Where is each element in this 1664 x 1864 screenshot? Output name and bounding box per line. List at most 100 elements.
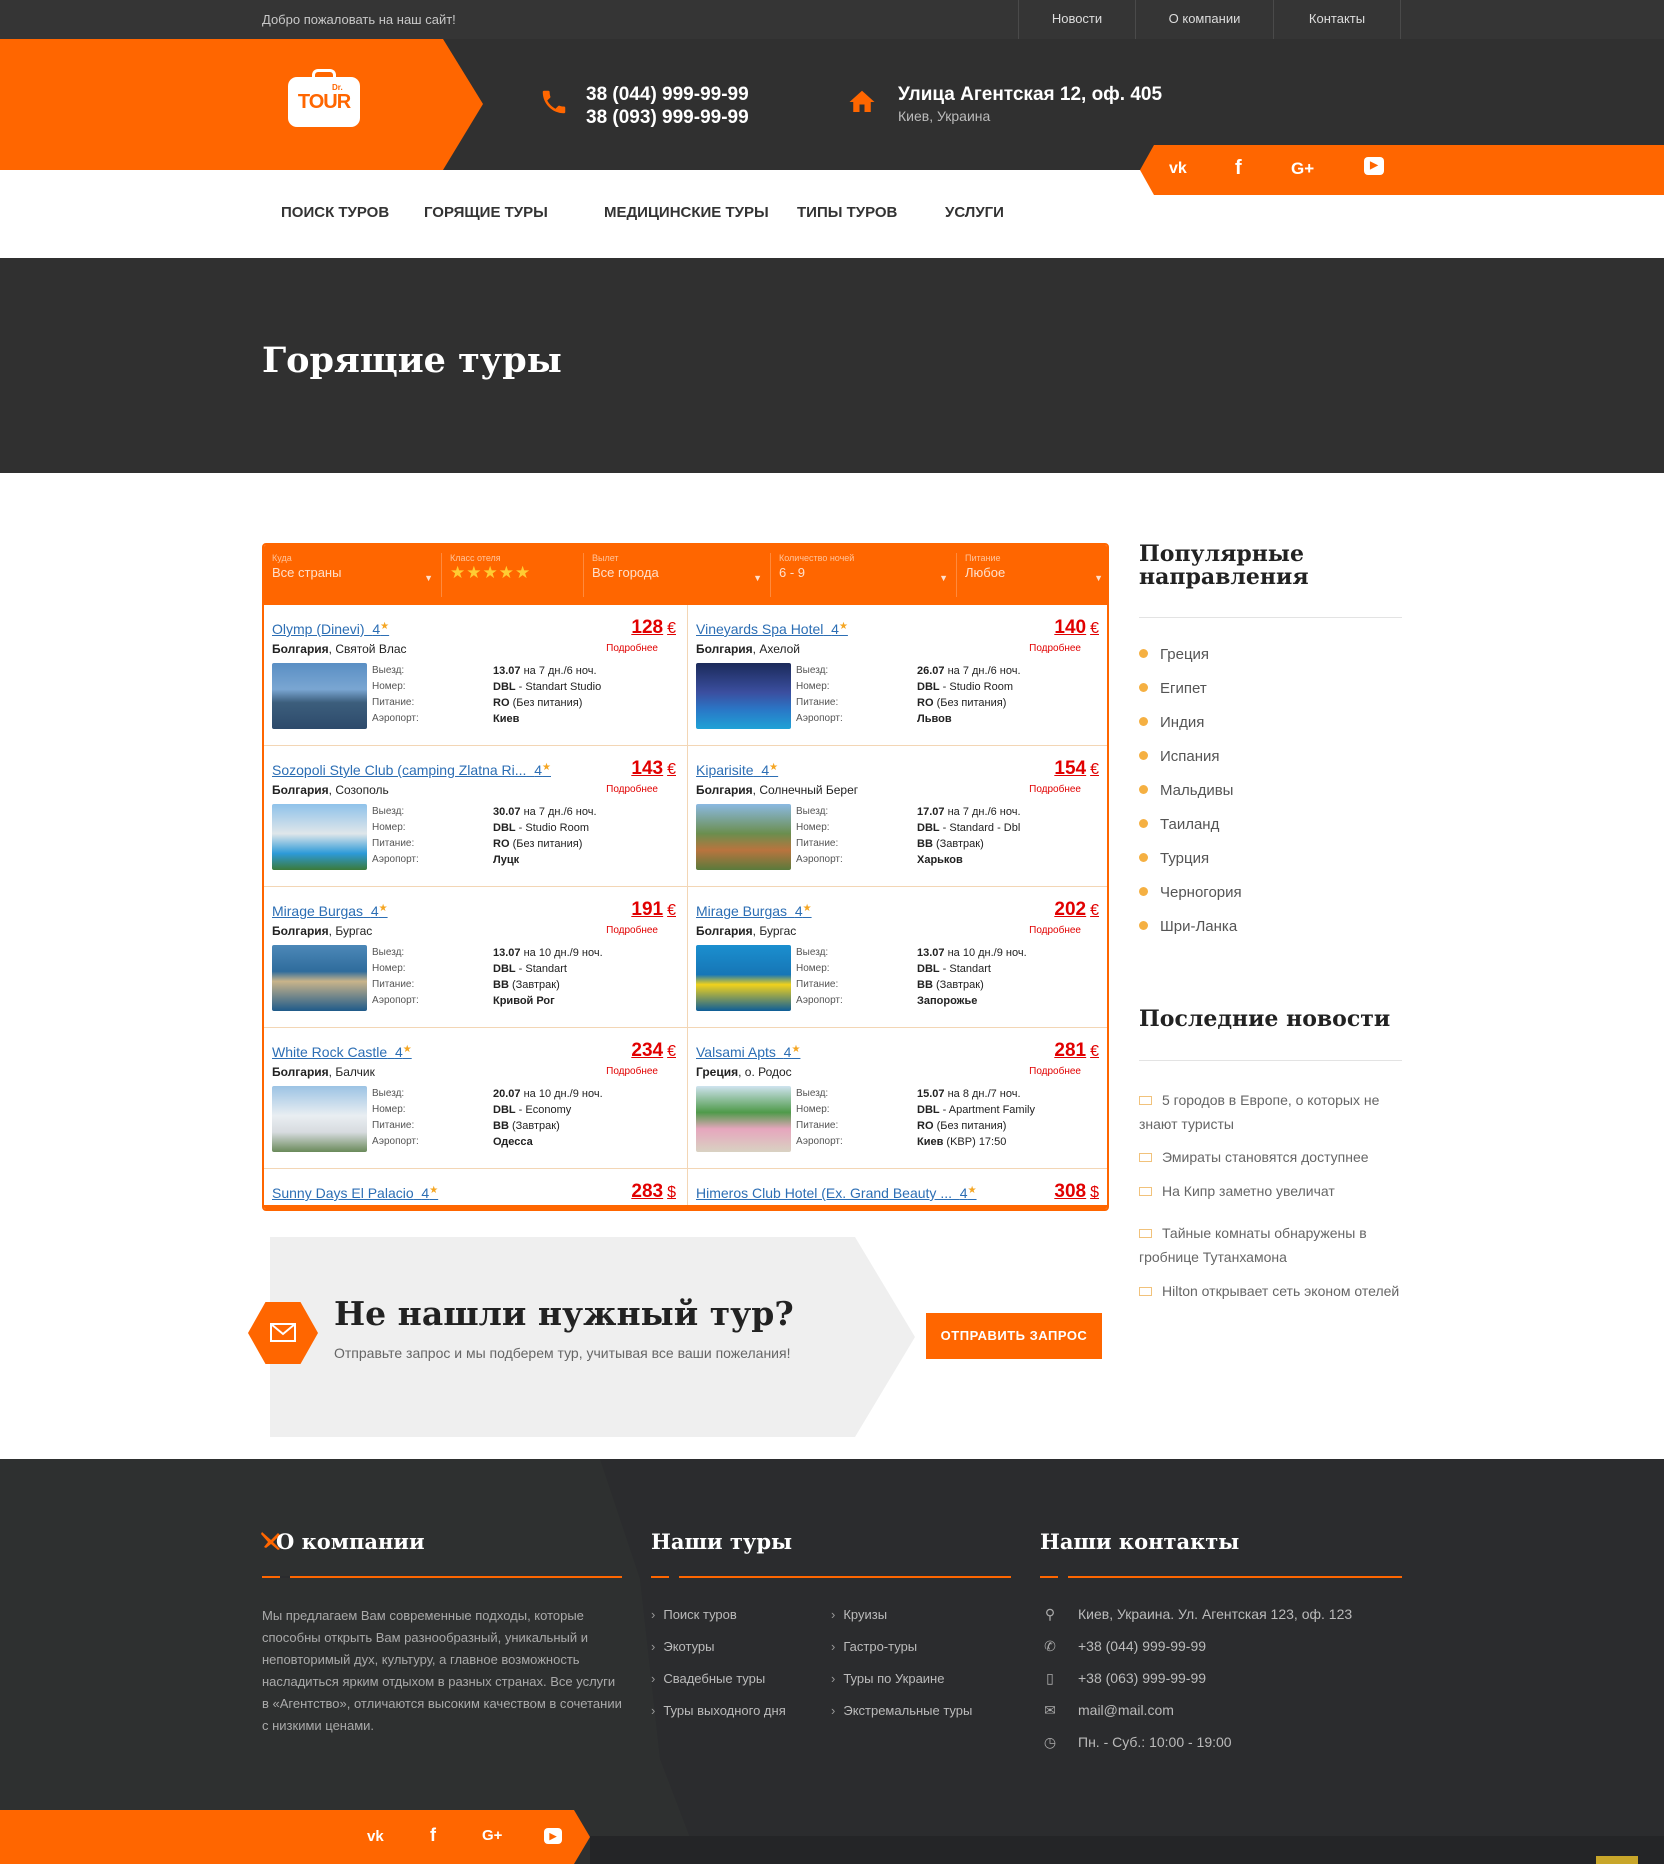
news-item[interactable]: 5 городов в Европе, о которых не знают т… xyxy=(1139,1088,1404,1136)
details-link[interactable]: Подробнее xyxy=(606,925,658,936)
hotel-photo[interactable] xyxy=(696,663,791,729)
filter-food[interactable]: Питание Любое ▼ xyxy=(957,553,1107,597)
details-link[interactable]: Подробнее xyxy=(1029,784,1081,795)
phone-2[interactable]: 38 (093) 999-99-99 xyxy=(586,106,749,129)
hotel-photo[interactable] xyxy=(272,663,367,729)
hotel-photo[interactable] xyxy=(272,945,367,1011)
hotel-name-link[interactable]: Sozopoli Style Club (camping Zlatna Ri..… xyxy=(272,762,551,778)
hotel-name-link[interactable]: Mirage Burgas 4★ xyxy=(696,903,812,919)
details-link[interactable]: Подробнее xyxy=(606,643,658,654)
hotel-photo[interactable] xyxy=(696,1086,791,1152)
details-link[interactable]: Подробнее xyxy=(1029,1066,1081,1077)
google-plus-icon[interactable]: G+ xyxy=(1291,159,1314,179)
top-link-contacts[interactable]: Контакты xyxy=(1274,0,1401,39)
nav-item-medical[interactable]: МЕДИЦИНСКИЕ ТУРЫ xyxy=(604,204,769,221)
footer-contact-email[interactable]: ✉ mail@mail.com xyxy=(1040,1702,1174,1719)
footer-tour-link[interactable]: › Гастро-туры xyxy=(831,1639,917,1654)
footer-tour-link[interactable]: › Туры выходного дня xyxy=(651,1703,786,1718)
tour-card[interactable]: White Rock Castle 4★ 234 € Болгария, Балчик… xyxy=(264,1028,688,1169)
send-request-button[interactable]: ОТПРАВИТЬ ЗАПРОС xyxy=(926,1313,1102,1359)
hotel-name-link[interactable]: Mirage Burgas 4★ xyxy=(272,903,388,919)
destination-item[interactable]: Черногория xyxy=(1139,884,1242,901)
youtube-icon[interactable]: ▶ xyxy=(1364,157,1384,175)
nav-item-services[interactable]: УСЛУГИ xyxy=(945,204,1004,221)
google-plus-icon[interactable]: G+ xyxy=(482,1827,502,1844)
nav-item-hot[interactable]: ГОРЯЩИЕ ТУРЫ xyxy=(424,204,548,221)
tour-card[interactable]: Kiparisite 4★ 154 € Болгария, Солнечный Бер… xyxy=(687,746,1107,887)
tour-card[interactable]: Sozopoli Style Club (camping Zlatna Ri..… xyxy=(264,746,688,887)
price-link[interactable]: 308 $ xyxy=(1054,1181,1099,1203)
hotel-name-link[interactable]: White Rock Castle 4★ xyxy=(272,1044,412,1060)
hotel-location: Болгария, Солнечный Берег xyxy=(696,783,859,797)
hotel-photo[interactable] xyxy=(696,945,791,1011)
destination-item[interactable]: Таиланд xyxy=(1139,816,1219,833)
news-item[interactable]: Тайные комнаты обнаружены в гробнице Тут… xyxy=(1139,1221,1404,1269)
phone-1[interactable]: 38 (044) 999-99-99 xyxy=(586,83,749,106)
destination-item[interactable]: Египет xyxy=(1139,680,1207,697)
hotel-name-link[interactable]: Valsami Apts 4★ xyxy=(696,1044,800,1060)
details-link[interactable]: Подробнее xyxy=(1029,643,1081,654)
logo[interactable]: Dr. TOUR xyxy=(288,69,360,127)
nav-item-search[interactable]: ПОИСК ТУРОВ xyxy=(281,204,389,221)
top-link-about[interactable]: О компании xyxy=(1136,0,1274,39)
hotel-photo[interactable] xyxy=(696,804,791,870)
footer-tour-link[interactable]: › Поиск туров xyxy=(651,1607,737,1622)
hotel-photo[interactable] xyxy=(272,1086,367,1152)
footer-tour-link[interactable]: › Туры по Украине xyxy=(831,1671,944,1686)
price-link[interactable]: 283 $ xyxy=(631,1181,676,1203)
tour-card[interactable]: Valsami Apts 4★ 281 € Греция, о. Родос Подро… xyxy=(687,1028,1107,1169)
footer-contact-mobile[interactable]: ▯ +38 (063) 999-99-99 xyxy=(1040,1670,1206,1687)
hotel-name-link[interactable]: Sunny Days El Palacio 4★ xyxy=(272,1185,438,1201)
vk-icon[interactable]: vk xyxy=(367,1828,384,1845)
footer-tours-title: Наши туры xyxy=(651,1529,793,1554)
facebook-icon[interactable]: f xyxy=(1235,157,1242,180)
price-link[interactable]: 154 € xyxy=(1054,758,1099,780)
destination-item[interactable]: Греция xyxy=(1139,646,1209,663)
nav-item-types[interactable]: ТИПЫ ТУРОВ xyxy=(797,204,897,221)
destination-item[interactable]: Шри-Ланка xyxy=(1139,918,1237,935)
details-link[interactable]: Подробнее xyxy=(606,784,658,795)
footer-tour-link[interactable]: › Круизы xyxy=(831,1607,887,1622)
news-item[interactable]: На Кипр заметно увеличат xyxy=(1139,1179,1404,1203)
price-link[interactable]: 202 € xyxy=(1054,899,1099,921)
tour-card[interactable]: Mirage Burgas 4★ 191 € Болгария, Бургас Подр… xyxy=(264,887,688,1028)
tour-card[interactable]: Vineyards Spa Hotel 4★ 140 € Болгария, Ахел… xyxy=(687,605,1107,746)
top-link-news[interactable]: Новости xyxy=(1019,0,1136,39)
footer-contact-phone[interactable]: ✆ +38 (044) 999-99-99 xyxy=(1040,1638,1206,1655)
price-link[interactable]: 234 € xyxy=(631,1040,676,1062)
destination-item[interactable]: Мальдивы xyxy=(1139,782,1233,799)
footer-tour-link[interactable]: › Экотуры xyxy=(651,1639,715,1654)
footer-tour-link[interactable]: › Экстремальные туры xyxy=(831,1703,972,1718)
news-item[interactable]: Эмираты становятся доступнее xyxy=(1139,1145,1404,1169)
details-link[interactable]: Подробнее xyxy=(606,1066,658,1077)
hotel-name-link[interactable]: Vineyards Spa Hotel 4★ xyxy=(696,621,848,637)
destination-item[interactable]: Индия xyxy=(1139,714,1204,731)
scroll-top-button[interactable] xyxy=(1596,1856,1638,1864)
price-link[interactable]: 281 € xyxy=(1054,1040,1099,1062)
tour-card[interactable]: Olymp (Dinevi) 4★ 128 € Болгария, Святой Вл… xyxy=(264,605,688,746)
label-airport: Аэропорт: xyxy=(796,713,843,724)
filter-nights[interactable]: Количество ночей 6 - 9 ▼ xyxy=(771,553,957,597)
price-link[interactable]: 128 € xyxy=(631,617,676,639)
news-item[interactable]: Hilton открывает сеть эконом отелей xyxy=(1139,1279,1404,1303)
destination-item[interactable]: Турция xyxy=(1139,850,1209,867)
facebook-icon[interactable]: f xyxy=(430,1825,436,1846)
label-departure: Выезд: xyxy=(796,665,829,676)
details-link[interactable]: Подробнее xyxy=(1029,925,1081,936)
price-link[interactable]: 140 € xyxy=(1054,617,1099,639)
destination-item[interactable]: Испания xyxy=(1139,748,1220,765)
hotel-photo[interactable] xyxy=(272,804,367,870)
price-link[interactable]: 143 € xyxy=(631,758,676,780)
hotel-name-link[interactable]: Kiparisite 4★ xyxy=(696,762,778,778)
hotel-name-link[interactable]: Olymp (Dinevi) 4★ xyxy=(272,621,389,637)
hotel-name-link[interactable]: Himeros Club Hotel (Ex. Grand Beauty ...… xyxy=(696,1185,977,1201)
price-link[interactable]: 191 € xyxy=(631,899,676,921)
filter-stars[interactable]: Класс отеля ★★★★★ xyxy=(442,553,584,597)
tour-card[interactable]: Mirage Burgas 4★ 202 € Болгария, Бургас Подр… xyxy=(687,887,1107,1028)
label-departure: Выезд: xyxy=(372,806,405,817)
vk-icon[interactable]: vk xyxy=(1169,160,1187,178)
filter-departure[interactable]: Вылет Все города ▼ xyxy=(584,553,771,597)
filter-country[interactable]: Куда Все страны ▼ xyxy=(264,553,442,597)
footer-tour-link[interactable]: › Свадебные туры xyxy=(651,1671,765,1686)
youtube-icon[interactable]: ▶ xyxy=(544,1828,562,1844)
